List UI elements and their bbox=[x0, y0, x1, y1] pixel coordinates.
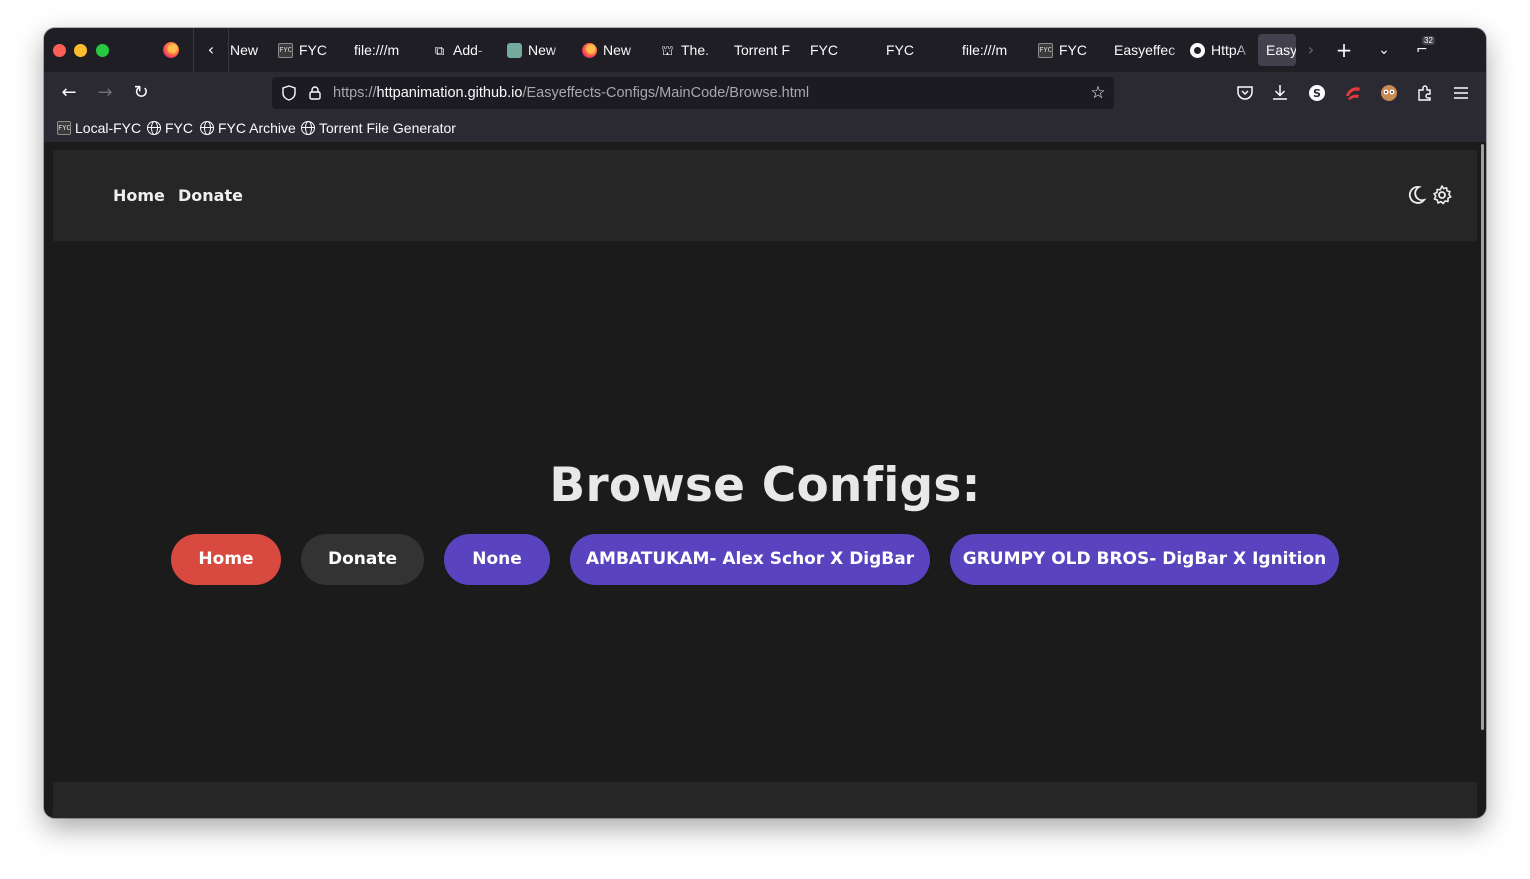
svg-text:S: S bbox=[1313, 87, 1321, 100]
tab[interactable]: ⧉ Add- bbox=[432, 34, 490, 66]
firefox-view-icon[interactable] bbox=[163, 42, 179, 58]
bookmark-label: FYC bbox=[165, 120, 193, 136]
bookmark-fyc-archive[interactable]: FYC Archive bbox=[200, 114, 296, 142]
bookmark-torrent-file-generator[interactable]: Torrent File Generator bbox=[301, 114, 456, 142]
header-home-link[interactable]: Home bbox=[113, 150, 165, 241]
hamburger-menu-icon[interactable] bbox=[1450, 82, 1472, 104]
archive-icon: ⛫ bbox=[661, 42, 674, 58]
tab[interactable]: FYC bbox=[810, 34, 870, 66]
tab-label: New bbox=[230, 42, 259, 58]
tab-list: New FYC FYC file:///m ⧉ Add- New New ⛫ T… bbox=[230, 28, 1296, 72]
tab-label: Torrent F bbox=[734, 42, 791, 58]
bookmark-local-fyc[interactable]: FYC Local-FYC bbox=[57, 114, 141, 142]
url-scheme: https:// bbox=[333, 85, 377, 101]
tab-label: file:///m bbox=[354, 42, 400, 58]
page-title: Browse Configs: bbox=[549, 458, 981, 513]
config-button-ambatukam[interactable]: AMBATUKAM- Alex Schor X DigBar bbox=[570, 534, 930, 585]
url-path: /Easyeffects-Configs/MainCode/Browse.htm… bbox=[522, 85, 810, 101]
account-s-icon[interactable]: S bbox=[1306, 82, 1328, 104]
bookmark-fyc[interactable]: FYC bbox=[147, 114, 193, 142]
url-text[interactable]: https://httpanimation.github.io/Easyeffe… bbox=[333, 77, 809, 109]
tab-strip: ‹ New FYC FYC file:///m ⧉ Add- New New ⛫… bbox=[44, 28, 1486, 72]
tab-count-button[interactable]: ⌐ 32 bbox=[1414, 36, 1438, 62]
tab[interactable]: New bbox=[507, 34, 565, 66]
tab[interactable]: file:///m bbox=[962, 34, 1024, 66]
tab-label: HttpA bbox=[1211, 42, 1247, 58]
page-viewport: Home Donate Browse Configs: Home Donate … bbox=[44, 142, 1486, 818]
tab-scroll-right-button[interactable]: › bbox=[1299, 28, 1323, 72]
tab-label: FYC bbox=[1059, 42, 1087, 58]
browser-window: ‹ New FYC FYC file:///m ⧉ Add- New New ⛫… bbox=[44, 28, 1486, 818]
navigation-toolbar: ← → ↻ https://httpanimation.github.io/Ea… bbox=[44, 72, 1486, 114]
tab[interactable]: New bbox=[582, 34, 642, 66]
forward-button[interactable]: → bbox=[93, 81, 117, 105]
tab[interactable]: FYC FYC bbox=[278, 34, 338, 66]
new-tab-button[interactable]: + bbox=[1332, 28, 1356, 72]
tab[interactable]: New bbox=[230, 34, 270, 66]
tab-scroll-left-button[interactable]: ‹ bbox=[193, 28, 229, 72]
config-button-none[interactable]: None bbox=[444, 534, 550, 585]
red-extension-icon[interactable] bbox=[1342, 82, 1364, 104]
url-host: httpanimation.github.io bbox=[376, 85, 523, 101]
tracking-protection-shield-icon[interactable] bbox=[280, 84, 298, 102]
fyc-favicon-icon: FYC bbox=[278, 42, 293, 58]
globe-icon bbox=[200, 121, 214, 135]
pocket-icon[interactable] bbox=[1234, 82, 1256, 104]
tab-active[interactable]: Easy bbox=[1258, 34, 1296, 66]
globe-icon bbox=[147, 121, 161, 135]
bookmark-label: Local-FYC bbox=[75, 120, 142, 136]
tab-label: Easyeffec bbox=[1114, 42, 1176, 58]
tab-label: The. bbox=[681, 42, 710, 58]
tab[interactable]: file:///m bbox=[354, 34, 418, 66]
tab-label: FYC bbox=[886, 42, 914, 58]
github-icon bbox=[1190, 42, 1205, 58]
tab[interactable]: FYC FYC bbox=[1038, 34, 1100, 66]
fyc-favicon-icon: FYC bbox=[1038, 42, 1053, 58]
gear-icon[interactable] bbox=[1431, 183, 1453, 207]
list-all-tabs-button[interactable]: ⌄ bbox=[1372, 28, 1396, 72]
bookmarks-toolbar: FYC Local-FYC FYC FYC Archive Torrent Fi… bbox=[44, 114, 1486, 142]
tab-label: Easy bbox=[1266, 42, 1296, 58]
tab[interactable]: HttpA bbox=[1190, 34, 1252, 66]
fyc-favicon-icon: FYC bbox=[57, 121, 71, 135]
extension-icon: ⧉ bbox=[434, 42, 445, 58]
extensions-puzzle-icon[interactable] bbox=[1414, 82, 1436, 104]
chatgpt-icon bbox=[507, 42, 522, 58]
back-button[interactable]: ← bbox=[57, 81, 81, 105]
tab-label: FYC bbox=[810, 42, 838, 58]
moon-icon[interactable] bbox=[1405, 183, 1427, 207]
lock-icon[interactable] bbox=[306, 84, 324, 102]
firefox-icon bbox=[582, 42, 597, 58]
reload-button[interactable]: ↻ bbox=[129, 81, 153, 105]
tab[interactable]: Easyeffec bbox=[1114, 34, 1186, 66]
tab[interactable]: ⛫ The. bbox=[660, 34, 720, 66]
tab-label: FYC bbox=[299, 42, 327, 58]
owl-extension-icon[interactable] bbox=[1378, 82, 1400, 104]
tab[interactable]: Torrent F bbox=[734, 34, 806, 66]
bookmark-label: FYC Archive bbox=[218, 120, 296, 136]
site-footer bbox=[53, 782, 1477, 818]
tab-label: file:///m bbox=[962, 42, 1008, 58]
tab[interactable]: FYC bbox=[886, 34, 946, 66]
zoom-window-button[interactable] bbox=[96, 44, 109, 57]
bookmark-star-icon[interactable]: ☆ bbox=[1088, 83, 1108, 103]
globe-icon bbox=[301, 121, 315, 135]
tab-label: New bbox=[528, 42, 557, 58]
tab-label: New bbox=[603, 42, 632, 58]
minimize-window-button[interactable] bbox=[74, 44, 87, 57]
header-actions bbox=[1405, 183, 1453, 207]
tab-label: Add- bbox=[453, 42, 483, 58]
page-scrollbar[interactable] bbox=[1481, 144, 1484, 730]
header-donate-link[interactable]: Donate bbox=[178, 150, 243, 241]
site-header: Home Donate bbox=[53, 150, 1477, 241]
donate-button[interactable]: Donate bbox=[301, 534, 424, 585]
downloads-icon[interactable] bbox=[1269, 82, 1291, 104]
tab-count-badge: 32 bbox=[1422, 36, 1435, 45]
config-button-grumpy-old-bros[interactable]: GRUMPY OLD BROS- DigBar X Ignition bbox=[950, 534, 1339, 585]
bookmark-label: Torrent File Generator bbox=[319, 120, 456, 136]
url-bar[interactable]: https://httpanimation.github.io/Easyeffe… bbox=[272, 77, 1114, 109]
close-window-button[interactable] bbox=[53, 44, 66, 57]
home-button[interactable]: Home bbox=[171, 534, 281, 585]
